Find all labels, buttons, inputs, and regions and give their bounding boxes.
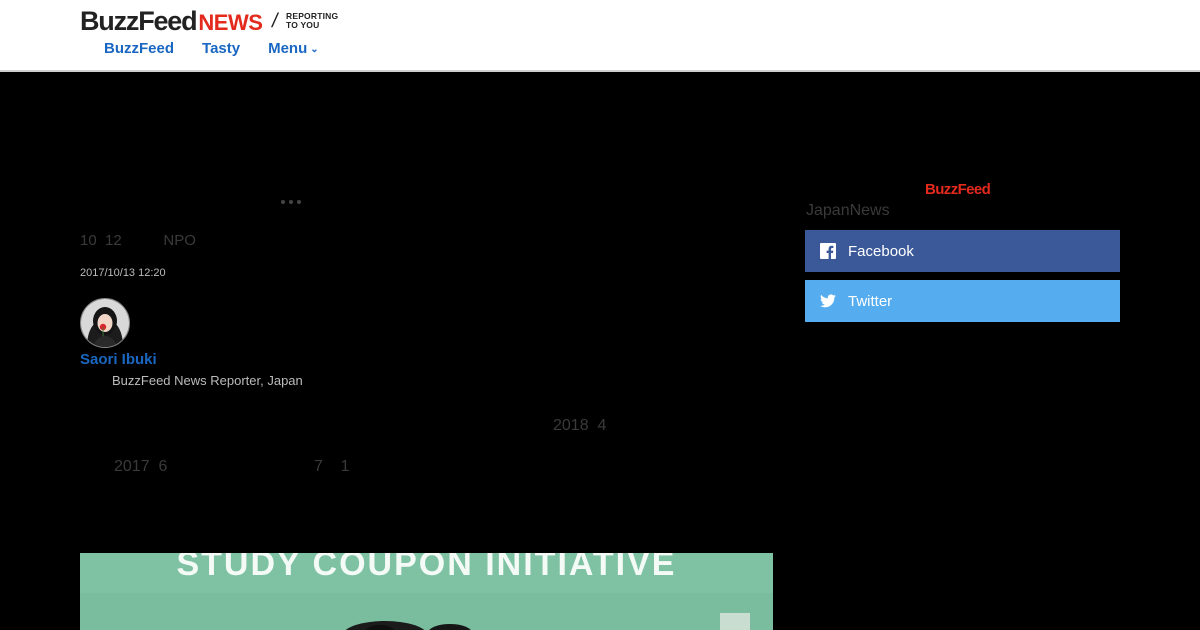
twitter-icon xyxy=(820,293,836,309)
body-text-line-2a: 2017 6 xyxy=(114,458,168,475)
site-logo[interactable]: BuzzFeed NEWS / REPORTING TO YOU xyxy=(80,5,338,36)
body-text-line-1: 2018 4 xyxy=(553,417,607,434)
twitter-share-button[interactable]: Twitter xyxy=(805,280,1120,322)
logo-buzzfeed-text: BuzzFeed xyxy=(80,5,198,36)
author-avatar[interactable] xyxy=(80,298,130,348)
article-subtitle: 10 12 NPO xyxy=(80,232,196,249)
logo-tagline: REPORTING TO YOU xyxy=(286,12,338,30)
article-timestamp: 2017/10/13 12:20 xyxy=(80,267,166,279)
site-header: BuzzFeed NEWS / REPORTING TO YOU BuzzFee… xyxy=(0,0,1200,72)
sidebar-buzzfeed-logo: BuzzFeed xyxy=(925,181,991,198)
nav-menu-button[interactable]: Menu ⌄ xyxy=(268,40,319,57)
logo-slash: / xyxy=(270,9,281,32)
author-name-link[interactable]: Saori Ibuki xyxy=(80,351,157,368)
logo-news-text: NEWS xyxy=(198,9,263,35)
nav-menu-label: Menu xyxy=(268,40,308,57)
nav-buzzfeed-link[interactable]: BuzzFeed xyxy=(104,40,174,57)
tagline-line-2: TO YOU xyxy=(285,20,320,30)
facebook-share-button[interactable]: Facebook xyxy=(805,230,1120,272)
facebook-icon xyxy=(820,243,836,259)
main-nav: BuzzFeed Tasty Menu ⌄ xyxy=(104,40,319,57)
facebook-label: Facebook xyxy=(848,242,914,260)
body-text-line-2b: 7 1 xyxy=(314,458,350,475)
hero-banner-text: STUDY COUPON INITIATIVE xyxy=(176,553,677,583)
chevron-down-icon: ⌄ xyxy=(310,44,319,55)
more-options-icon[interactable] xyxy=(281,200,301,204)
author-role: BuzzFeed News Reporter, Japan xyxy=(112,373,303,388)
twitter-label: Twitter xyxy=(848,292,893,310)
avatar-image xyxy=(81,299,129,347)
nav-tasty-link[interactable]: Tasty xyxy=(202,40,240,57)
hero-image: STUDY COUPON INITIATIVE xyxy=(80,553,773,630)
sidebar-title: JapanNews xyxy=(806,202,890,219)
